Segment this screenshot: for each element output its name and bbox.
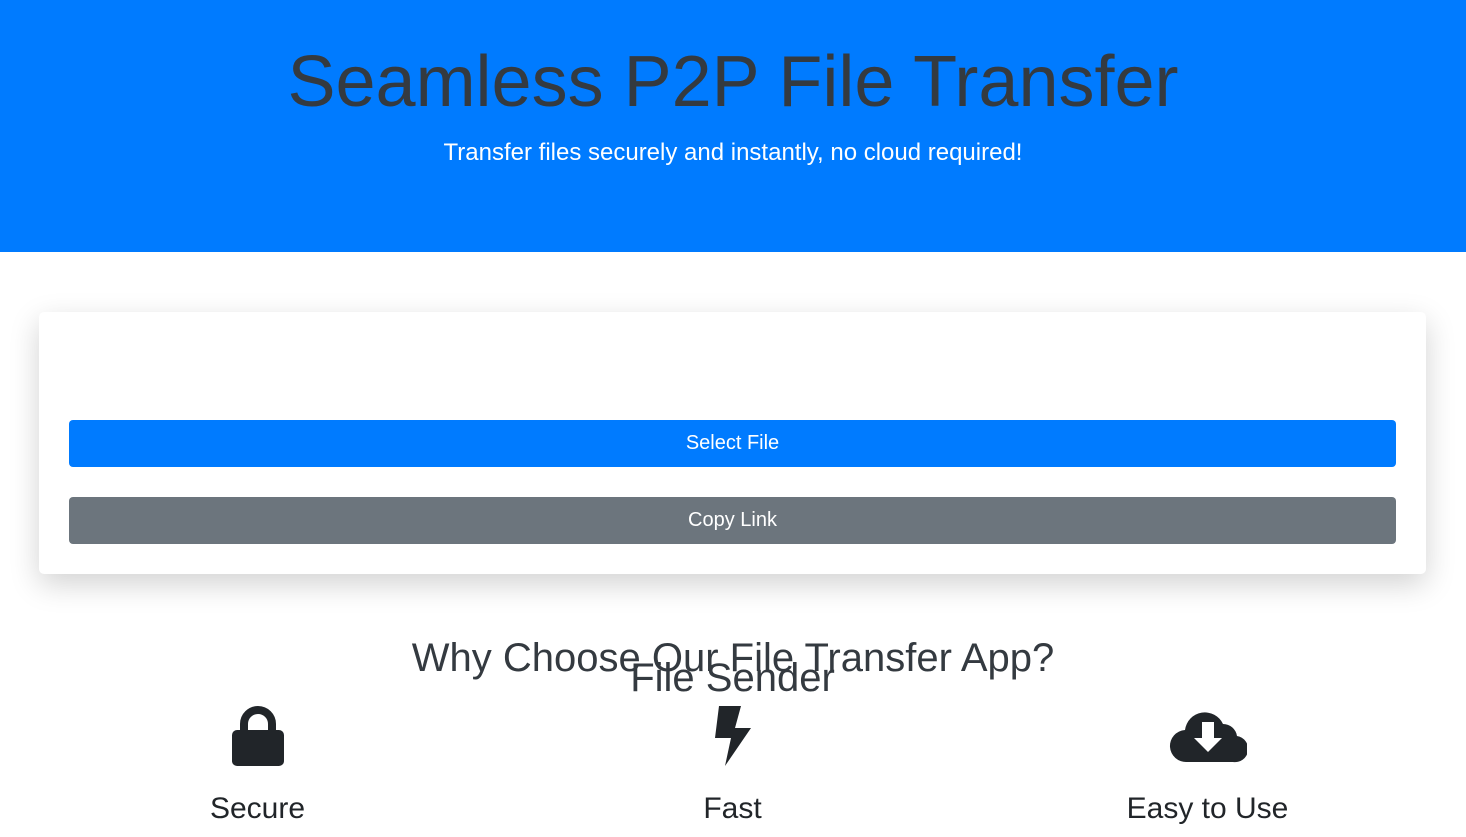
feature-easy-to-use: Easy to Use: [963, 704, 1452, 826]
features-title: Why Choose Our File Transfer App?: [411, 636, 1055, 680]
hero-banner: Seamless P2P File Transfer Transfer file…: [0, 0, 1466, 252]
feature-fast: Fast: [488, 704, 977, 826]
hero-title: Seamless P2P File Transfer: [287, 42, 1179, 122]
copy-link-button[interactable]: Copy Link: [69, 497, 1396, 544]
select-file-button[interactable]: Select File: [69, 420, 1396, 467]
lock-icon: [13, 704, 502, 778]
file-sender-card: File Sender Select File Copy Link: [39, 312, 1426, 700]
feature-label: Fast: [703, 792, 762, 825]
cloud-download-icon: [963, 704, 1452, 778]
feature-secure: Secure: [13, 704, 502, 826]
feature-label: Secure: [209, 792, 306, 825]
feature-label: Easy to Use: [1126, 792, 1289, 825]
hero-subtitle: Transfer files securely and instantly, n…: [443, 139, 1023, 166]
bolt-icon: [488, 704, 977, 778]
